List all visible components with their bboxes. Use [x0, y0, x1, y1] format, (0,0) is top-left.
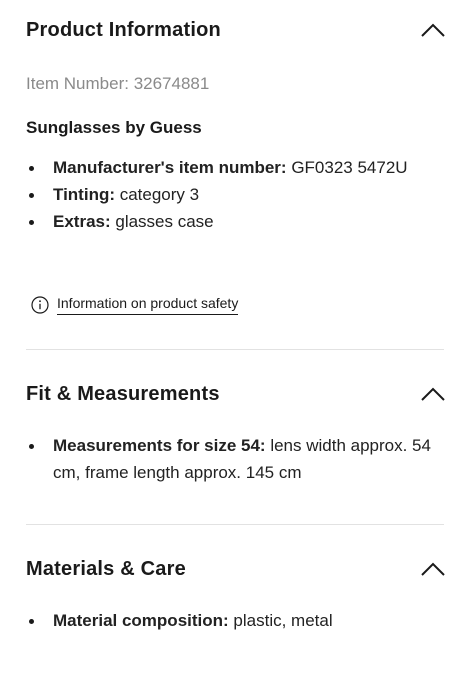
attribute-list: Material composition: plastic, metal [26, 607, 444, 634]
attribute-key: Tinting: [53, 185, 115, 204]
attribute-value: plastic, metal [228, 611, 333, 630]
list-item: Extras: glasses case [26, 208, 444, 235]
list-item: Measurements for size 54: lens width app… [26, 432, 444, 486]
product-information-section: Product Information Item Number: 3267488… [0, 0, 470, 349]
product-information-header[interactable]: Product Information [26, 0, 446, 60]
attribute-value: GF0323 5472U [286, 158, 408, 177]
attribute-value: glasses case [110, 212, 214, 231]
attribute-key: Extras: [53, 212, 111, 231]
attribute-value: category 3 [115, 185, 200, 204]
item-number: Item Number: 32674881 [26, 74, 210, 93]
chevron-up-icon[interactable] [420, 22, 446, 38]
chevron-up-icon[interactable] [420, 561, 446, 577]
list-item: Tinting: category 3 [26, 181, 444, 208]
section-divider [26, 524, 444, 525]
list-item: Manufacturer's item number: GF0323 5472U [26, 154, 444, 181]
materials-care-section: Materials & Care Material composition: p… [0, 539, 470, 634]
product-safety: Information on product safety [26, 295, 444, 315]
attribute-list: Measurements for size 54: lens width app… [26, 432, 444, 486]
fit-measurements-section: Fit & Measurements Measurements for size… [0, 364, 470, 524]
attribute-key: Material composition: [53, 611, 229, 630]
product-safety-link[interactable]: Information on product safety [57, 295, 239, 315]
section-title: Fit & Measurements [26, 382, 220, 405]
chevron-up-icon[interactable] [420, 386, 446, 402]
section-title: Product Information [26, 18, 221, 41]
fit-measurements-header[interactable]: Fit & Measurements [26, 364, 446, 424]
section-title: Materials & Care [26, 557, 186, 580]
section-divider [26, 349, 444, 350]
list-item: Material composition: plastic, metal [26, 607, 444, 634]
brand-line: Sunglasses by Guess [26, 118, 202, 137]
info-circle-icon [31, 296, 49, 314]
attribute-key: Manufacturer's item number: [53, 158, 287, 177]
materials-care-header[interactable]: Materials & Care [26, 539, 446, 599]
attribute-key: Measurements for size 54: [53, 436, 266, 455]
attribute-list: Manufacturer's item number: GF0323 5472U… [26, 154, 444, 235]
